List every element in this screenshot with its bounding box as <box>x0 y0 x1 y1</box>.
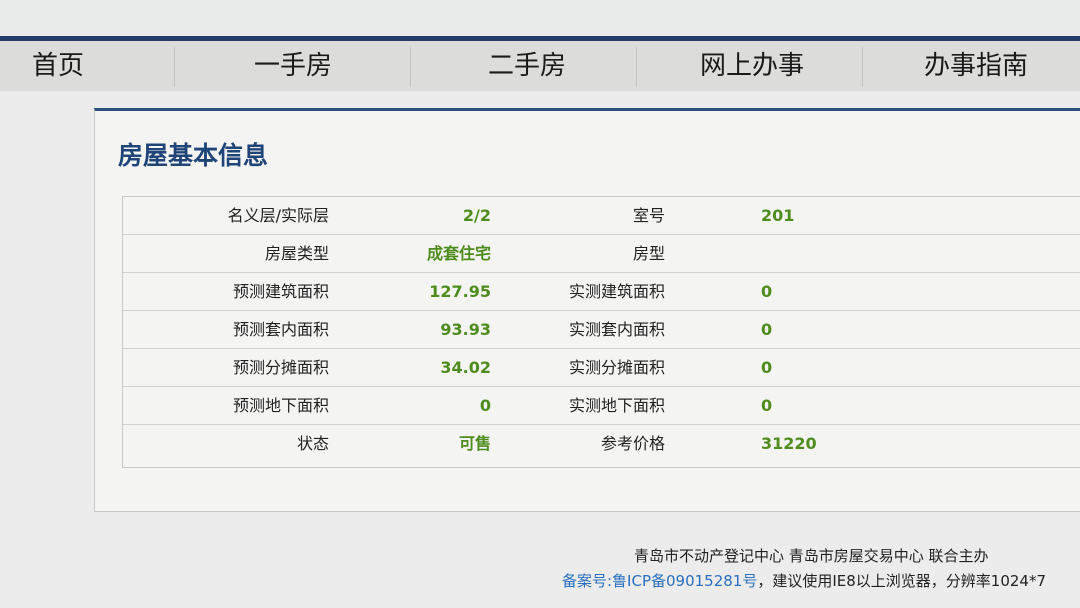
floor-value: 2/2 <box>462 206 491 225</box>
nav-item-service-guide[interactable]: 办事指南 <box>924 41 1028 91</box>
measured-inner-area-value: 0 <box>761 320 773 339</box>
predicted-building-area-value: 127.95 <box>429 282 491 301</box>
status-label: 状态 <box>296 434 329 453</box>
table-row: 预测套内面积 93.93 实测套内面积 0 <box>123 311 1080 349</box>
footer-organizers: 青岛市不动产登记中心 青岛市房屋交易中心 联合主办 <box>634 547 989 565</box>
nav-item-second-hand-house[interactable]: 二手房 <box>488 41 566 91</box>
status-value: 可售 <box>458 434 491 453</box>
nav-item-online-services[interactable]: 网上办事 <box>700 41 804 91</box>
nav-divider <box>174 47 175 87</box>
measured-underground-area-label: 实测地下面积 <box>568 396 665 415</box>
measured-shared-area-value: 0 <box>761 358 773 377</box>
main-nav: 首页 一手房 二手房 网上办事 办事指南 <box>0 41 1080 91</box>
house-type-label: 房屋类型 <box>264 244 329 263</box>
table-row: 预测分摊面积 34.02 实测分摊面积 0 <box>123 349 1080 387</box>
house-type-value: 成套住宅 <box>426 244 491 263</box>
predicted-shared-area-value: 34.02 <box>440 358 491 377</box>
predicted-inner-area-label: 预测套内面积 <box>232 320 329 339</box>
browser-top-strip <box>0 0 1080 36</box>
predicted-underground-area-value: 0 <box>479 396 491 415</box>
nav-divider <box>862 47 863 87</box>
browser-notice: ，建议使用IE8以上浏览器，分辨率1024*7 <box>757 572 1047 590</box>
floor-label: 名义层/实际层 <box>227 206 329 225</box>
table-row: 预测建筑面积 127.95 实测建筑面积 0 <box>123 273 1080 311</box>
measured-underground-area-value: 0 <box>761 396 773 415</box>
nav-divider <box>410 47 411 87</box>
panel-title: 房屋基本信息 <box>118 141 269 170</box>
nav-item-home[interactable]: 首页 <box>32 41 84 91</box>
table-row: 预测地下面积 0 实测地下面积 0 <box>123 387 1080 425</box>
table-row: 房屋类型 成套住宅 房型 <box>123 235 1080 273</box>
nav-item-new-house[interactable]: 一手房 <box>254 41 332 91</box>
room-number-label: 室号 <box>632 206 665 225</box>
room-number-value: 201 <box>761 206 795 225</box>
layout-label: 房型 <box>632 244 665 263</box>
measured-building-area-label: 实测建筑面积 <box>568 282 665 301</box>
predicted-shared-area-label: 预测分摊面积 <box>232 358 329 377</box>
measured-inner-area-label: 实测套内面积 <box>568 320 665 339</box>
measured-shared-area-label: 实测分摊面积 <box>568 358 665 377</box>
table-row: 状态 可售 参考价格 31220 <box>123 425 1080 463</box>
icp-record-link[interactable]: 备案号:鲁ICP备09015281号 <box>562 572 757 590</box>
nav-divider <box>636 47 637 87</box>
reference-price-label: 参考价格 <box>600 434 665 453</box>
house-info-table: 名义层/实际层 2/2 室号 201 房屋类型 成套住宅 房型 预测建筑面积 1… <box>122 196 1080 468</box>
predicted-inner-area-value: 93.93 <box>440 320 491 339</box>
reference-price-value: 31220 <box>761 434 817 453</box>
predicted-underground-area-label: 预测地下面积 <box>232 396 329 415</box>
footer-record-line: 备案号:鲁ICP备09015281号，建议使用IE8以上浏览器，分辨率1024*… <box>562 570 1046 591</box>
predicted-building-area-label: 预测建筑面积 <box>232 282 329 301</box>
measured-building-area-value: 0 <box>761 282 773 301</box>
table-row: 名义层/实际层 2/2 室号 201 <box>123 197 1080 235</box>
